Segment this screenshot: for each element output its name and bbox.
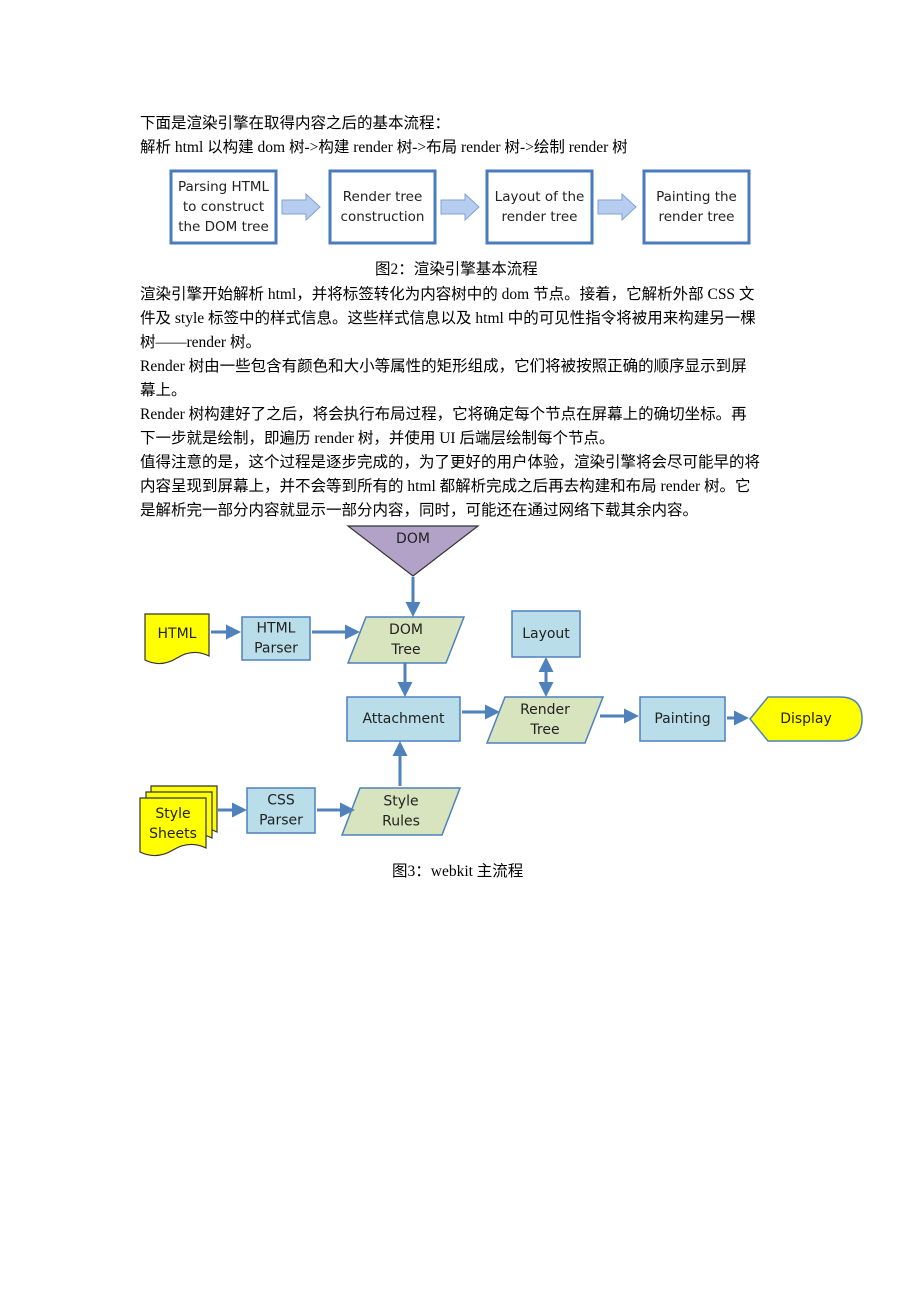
html-parser-box-text: Parser <box>254 641 298 657</box>
style-sheets-document-text: Style <box>155 806 190 822</box>
painting-box-text: Painting <box>654 711 710 727</box>
render-tree-box-text: Render <box>520 702 570 718</box>
css-parser-box-text: Parser <box>259 813 303 829</box>
figure-3-caption: 图3：webkit 主流程 <box>392 863 524 880</box>
attachment-box-text: Attachment <box>362 711 445 727</box>
dom-triangle-text: DOM <box>396 531 430 547</box>
display-shape-text: Display <box>780 711 832 727</box>
html-document-text: HTML <box>158 626 197 642</box>
layout-box-text: Layout <box>522 626 570 642</box>
css-parser-box-text: CSS <box>267 793 295 809</box>
dom-tree-box-text: DOM <box>389 622 423 638</box>
render-tree-box-text: Tree <box>529 722 559 738</box>
style-sheets-document-text: Sheets <box>149 826 197 842</box>
figure-3-diagram: DOM HTML HTML Parser DOM Tree Layout Attachment… <box>139 525 863 857</box>
dom-tree-box-text: Tree <box>390 642 420 658</box>
style-rules-box-text: Style <box>383 794 418 810</box>
html-parser-box-text: HTML <box>257 621 296 637</box>
style-rules-box-text: Rules <box>382 814 420 830</box>
